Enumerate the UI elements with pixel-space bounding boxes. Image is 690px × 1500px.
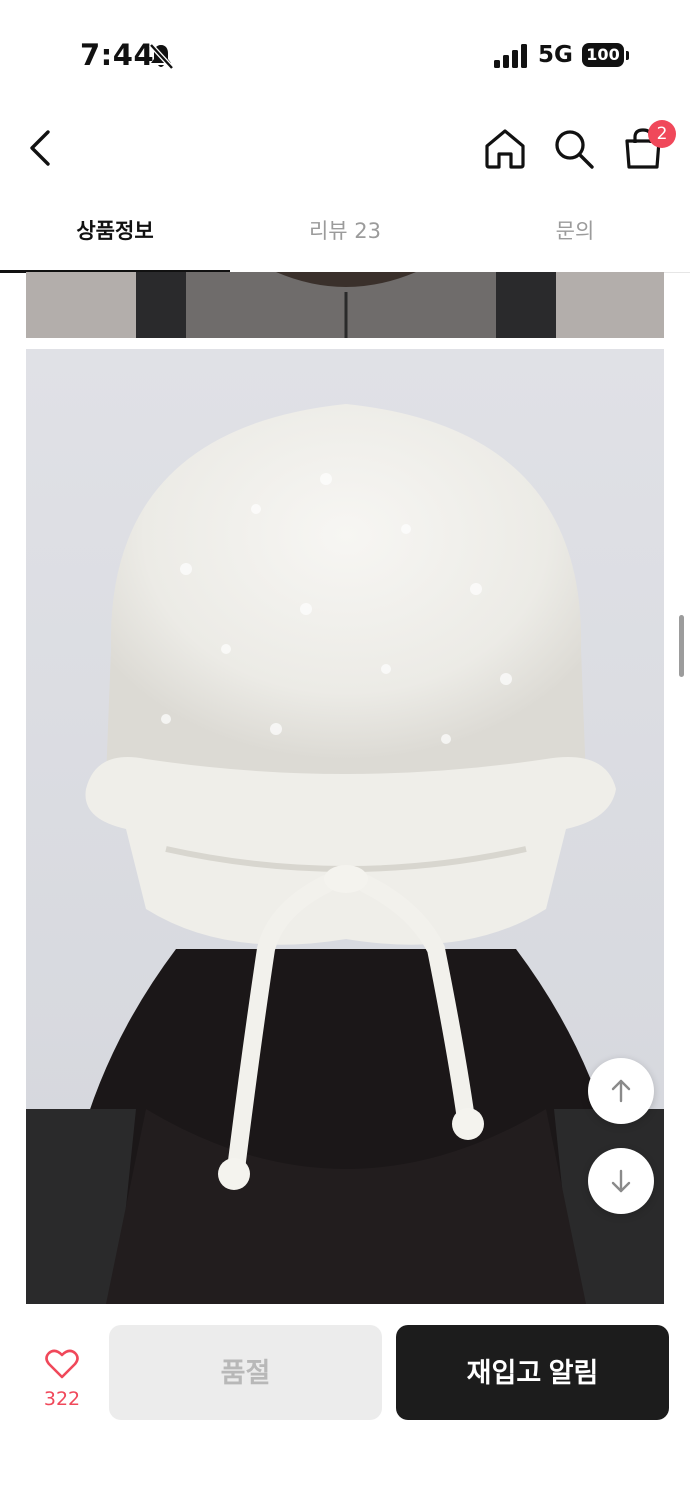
arrow-down-icon <box>611 1169 631 1193</box>
tab-reviews[interactable]: 리뷰 23 <box>230 200 460 272</box>
bottom-action-bar: 322 품절 재입고 알림 <box>0 1304 690 1500</box>
chevron-left-icon[interactable] <box>20 124 64 172</box>
search-icon[interactable] <box>551 126 597 172</box>
scroll-indicator[interactable] <box>679 615 684 677</box>
status-time: 7:44 <box>80 38 155 72</box>
tab-label: 상품정보 <box>76 219 154 243</box>
restock-alert-button[interactable]: 재입고 알림 <box>396 1325 669 1420</box>
heart-icon <box>45 1349 79 1379</box>
product-image-hat-back <box>26 349 664 1304</box>
scroll-up-button[interactable] <box>588 1058 654 1124</box>
arrow-up-icon <box>611 1079 631 1103</box>
battery-cap <box>626 51 629 60</box>
network-label: 5G <box>538 42 573 68</box>
tab-label: 문의 <box>555 219 595 243</box>
tab-product-info[interactable]: 상품정보 <box>0 200 230 272</box>
product-image-partial <box>26 272 664 338</box>
scroll-down-button[interactable] <box>588 1148 654 1214</box>
tab-bar: 상품정보 리뷰 23 문의 <box>0 200 690 273</box>
like-count: 322 <box>43 1388 81 1410</box>
cart-badge: 2 <box>648 120 676 148</box>
status-bar: 7:44 5G 100 <box>0 0 690 110</box>
signal-icon <box>494 44 527 68</box>
tab-label: 리뷰 23 <box>308 219 382 243</box>
tab-inquiry[interactable]: 문의 <box>460 200 690 272</box>
battery-icon: 100 <box>582 43 624 67</box>
bell-slash-icon <box>149 43 174 70</box>
soldout-button[interactable]: 품절 <box>109 1325 382 1420</box>
home-icon[interactable] <box>482 126 528 170</box>
like-button[interactable]: 322 <box>26 1344 98 1420</box>
